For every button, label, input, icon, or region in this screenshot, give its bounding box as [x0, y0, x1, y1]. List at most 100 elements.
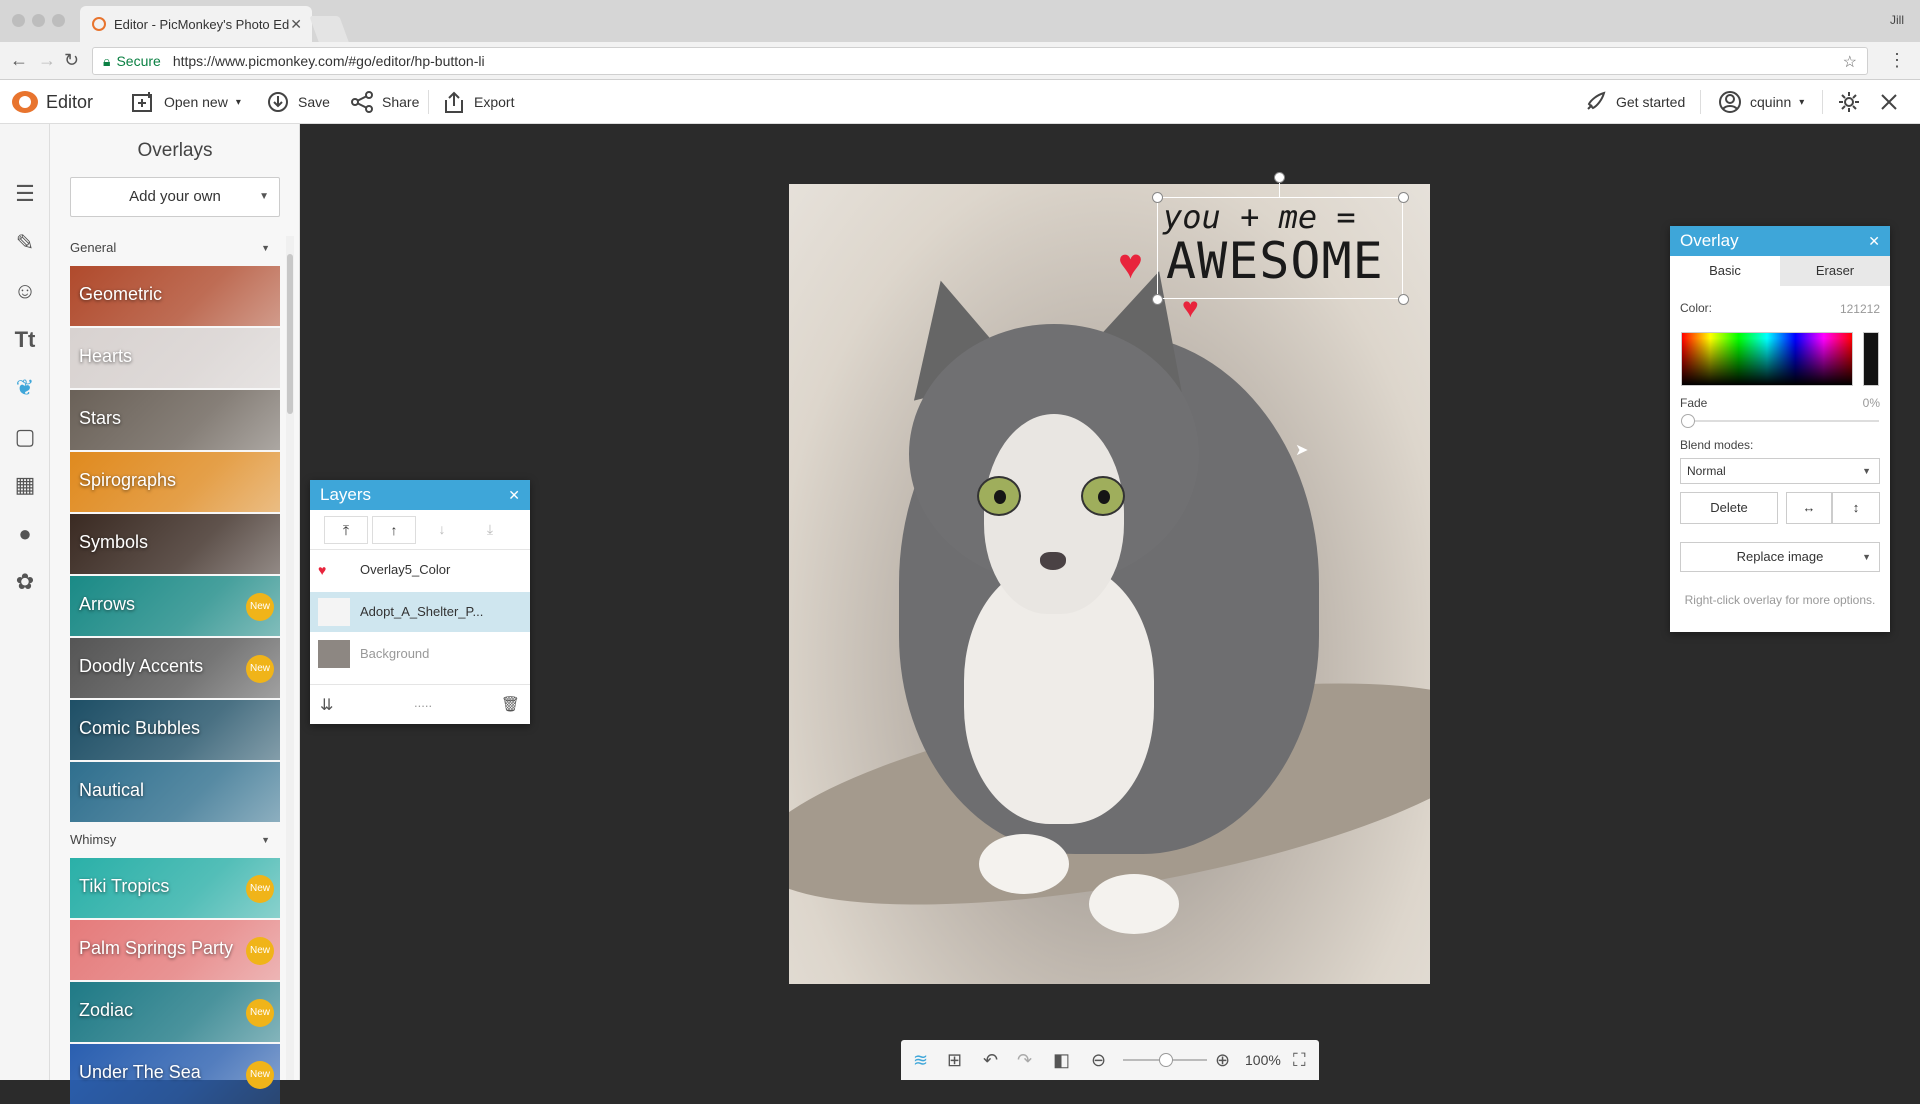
category-header[interactable]: Whimsy ▼ [70, 828, 280, 852]
flip-horizontal-icon[interactable]: ↔ [1786, 492, 1832, 524]
layer-row[interactable]: Background [310, 634, 530, 674]
fade-slider-track[interactable] [1681, 420, 1879, 422]
resize-handle-tl[interactable] [1152, 192, 1163, 203]
overlay-category-tile[interactable]: Palm Springs Party New [70, 920, 280, 980]
overlay-category-label: Geometric [79, 284, 163, 304]
merge-layers-icon[interactable]: ⇊ [320, 695, 333, 715]
overlay-panel-header[interactable]: Overlay ✕ [1670, 226, 1890, 256]
scrollbar-thumb[interactable] [287, 254, 293, 414]
zoom-out-icon[interactable]: ⊖ [1091, 1050, 1106, 1071]
tab-eraser[interactable]: Eraser [1780, 256, 1890, 286]
settings-button[interactable] [1838, 80, 1860, 124]
layer-row[interactable]: Adopt_A_Shelter_P... [310, 592, 530, 632]
undo-icon[interactable]: ↶ [983, 1050, 998, 1071]
overlay-category-tile[interactable]: Spirographs [70, 452, 280, 512]
send-to-back-button[interactable]: ⤓ [468, 516, 512, 544]
heart-overlay-icon[interactable]: ♥ [1182, 292, 1199, 324]
replace-image-button[interactable]: Replace image ▼ [1680, 542, 1880, 572]
touch-up-face-icon[interactable]: ☺ [11, 277, 39, 305]
get-started-button[interactable]: Get started [1584, 80, 1685, 124]
new-badge: New [246, 655, 274, 683]
window-zoom-dot[interactable] [52, 14, 65, 27]
send-backward-button[interactable]: ↓ [420, 516, 464, 544]
more-tools-icon[interactable]: ✿ [11, 568, 39, 596]
overlay-category-tile[interactable]: Stars [70, 390, 280, 450]
cat-photo[interactable] [789, 184, 1430, 984]
export-icon [445, 91, 463, 113]
frames-icon[interactable]: ▢ [11, 423, 39, 451]
forward-arrow-icon[interactable]: → [38, 50, 56, 71]
overlay-category-label: Doodly Accents [79, 656, 204, 676]
fade-slider-handle[interactable] [1681, 414, 1695, 428]
editor-logo[interactable]: Editor [12, 80, 93, 124]
tab-close-icon[interactable]: ✕ [290, 16, 302, 33]
adjust-sliders-icon[interactable]: ☰ [11, 180, 39, 208]
color-hex-value[interactable]: 121212 [1840, 302, 1880, 316]
user-menu[interactable]: cquinn ▾ [1718, 80, 1804, 124]
flip-vertical-icon[interactable]: ↕ [1832, 492, 1880, 524]
bring-forward-button[interactable]: ↑ [372, 516, 416, 544]
redo-icon[interactable]: ↷ [1017, 1050, 1032, 1071]
export-label: Export [474, 94, 515, 110]
open-new-button[interactable]: Open new ▾ [132, 80, 241, 124]
overlay-category-tile[interactable]: Comic Bubbles [70, 700, 280, 760]
textures-icon[interactable]: ▦ [11, 471, 39, 499]
save-button[interactable]: Save [266, 80, 330, 124]
overlay-category-tile[interactable]: Arrows New [70, 576, 280, 636]
browser-profile-name[interactable]: Jill [1890, 13, 1904, 27]
overlay-category-tile[interactable]: Geometric [70, 266, 280, 326]
more-options-dots[interactable]: ..... [414, 695, 432, 710]
blend-mode-select[interactable]: Normal ▼ [1680, 458, 1880, 484]
close-editor-button[interactable] [1880, 80, 1898, 124]
share-button[interactable]: Share [350, 80, 419, 124]
compare-icon[interactable]: ◧ [1053, 1050, 1070, 1071]
zoom-slider-handle[interactable] [1159, 1053, 1173, 1067]
toolbar-divider [1700, 90, 1701, 114]
export-button[interactable]: Export [442, 80, 514, 124]
overlay-category-tile[interactable]: Tiki Tropics New [70, 858, 280, 918]
bookmark-star-icon[interactable]: ☆ [1843, 52, 1857, 72]
resize-handle-tr[interactable] [1398, 192, 1409, 203]
color-swatch[interactable] [1863, 332, 1879, 386]
layer-row[interactable]: ♥ Overlay5_Color [310, 550, 530, 590]
layer-thumbnail [318, 598, 350, 626]
overlays-scrollbar[interactable] [286, 236, 294, 1080]
overlays-butterfly-icon[interactable]: ❦ [11, 374, 39, 402]
url-input[interactable]: 🔒︎ Secure https://www.picmonkey.com/#go/… [92, 47, 1868, 75]
category-header[interactable]: General ▼ [70, 236, 280, 260]
browser-tab-active[interactable]: Editor - PicMonkey's Photo Ed ✕ [80, 6, 312, 42]
new-tab-button[interactable] [309, 16, 349, 42]
tab-basic[interactable]: Basic [1670, 256, 1780, 286]
browser-menu-icon[interactable]: ⋮ [1888, 50, 1906, 71]
trash-icon[interactable]: 🗑︎ [501, 695, 520, 713]
overlay-category-tile[interactable]: Under The Sea New [70, 1044, 280, 1104]
resize-handle-br[interactable] [1398, 294, 1409, 305]
grid-icon[interactable]: ⊞ [947, 1050, 962, 1071]
fullscreen-icon[interactable]: ⛶ [1293, 1050, 1306, 1071]
close-icon[interactable]: ✕ [1868, 226, 1880, 256]
heart-overlay-icon[interactable]: ♥ [1118, 240, 1143, 288]
overlay-category-tile[interactable]: Zodiac New [70, 982, 280, 1042]
overlay-category-tile[interactable]: Doodly Accents New [70, 638, 280, 698]
window-close-dot[interactable] [12, 14, 25, 27]
color-spectrum-picker[interactable] [1681, 332, 1853, 386]
reload-icon[interactable]: ↻ [64, 50, 79, 71]
layers-toggle-icon[interactable]: ≋ [913, 1050, 928, 1071]
overlay-category-tile[interactable]: Symbols [70, 514, 280, 574]
close-icon[interactable]: ✕ [508, 480, 520, 510]
layers-panel-header[interactable]: Layers ✕ [310, 480, 530, 510]
delete-button[interactable]: Delete [1680, 492, 1778, 524]
zoom-in-icon[interactable]: ⊕ [1215, 1050, 1230, 1071]
bring-to-front-button[interactable]: ⤒ [324, 516, 368, 544]
resize-handle-bl[interactable] [1152, 294, 1163, 305]
bottom-toolbar: ≋ ⊞ ↶ ↷ ◧ ⊖ ⊕ 100% ⛶ [901, 1040, 1319, 1080]
text-icon[interactable]: Tt [11, 326, 39, 354]
add-your-own-button[interactable]: Add your own ▼ [70, 177, 280, 217]
rotate-handle[interactable] [1274, 172, 1285, 183]
themes-apple-icon[interactable]: ● [11, 520, 39, 548]
effects-wand-icon[interactable]: ✎ [11, 229, 39, 257]
overlay-category-tile[interactable]: Hearts [70, 328, 280, 388]
overlay-category-tile[interactable]: Nautical [70, 762, 280, 822]
window-minimize-dot[interactable] [32, 14, 45, 27]
back-arrow-icon[interactable]: ← [10, 50, 28, 71]
